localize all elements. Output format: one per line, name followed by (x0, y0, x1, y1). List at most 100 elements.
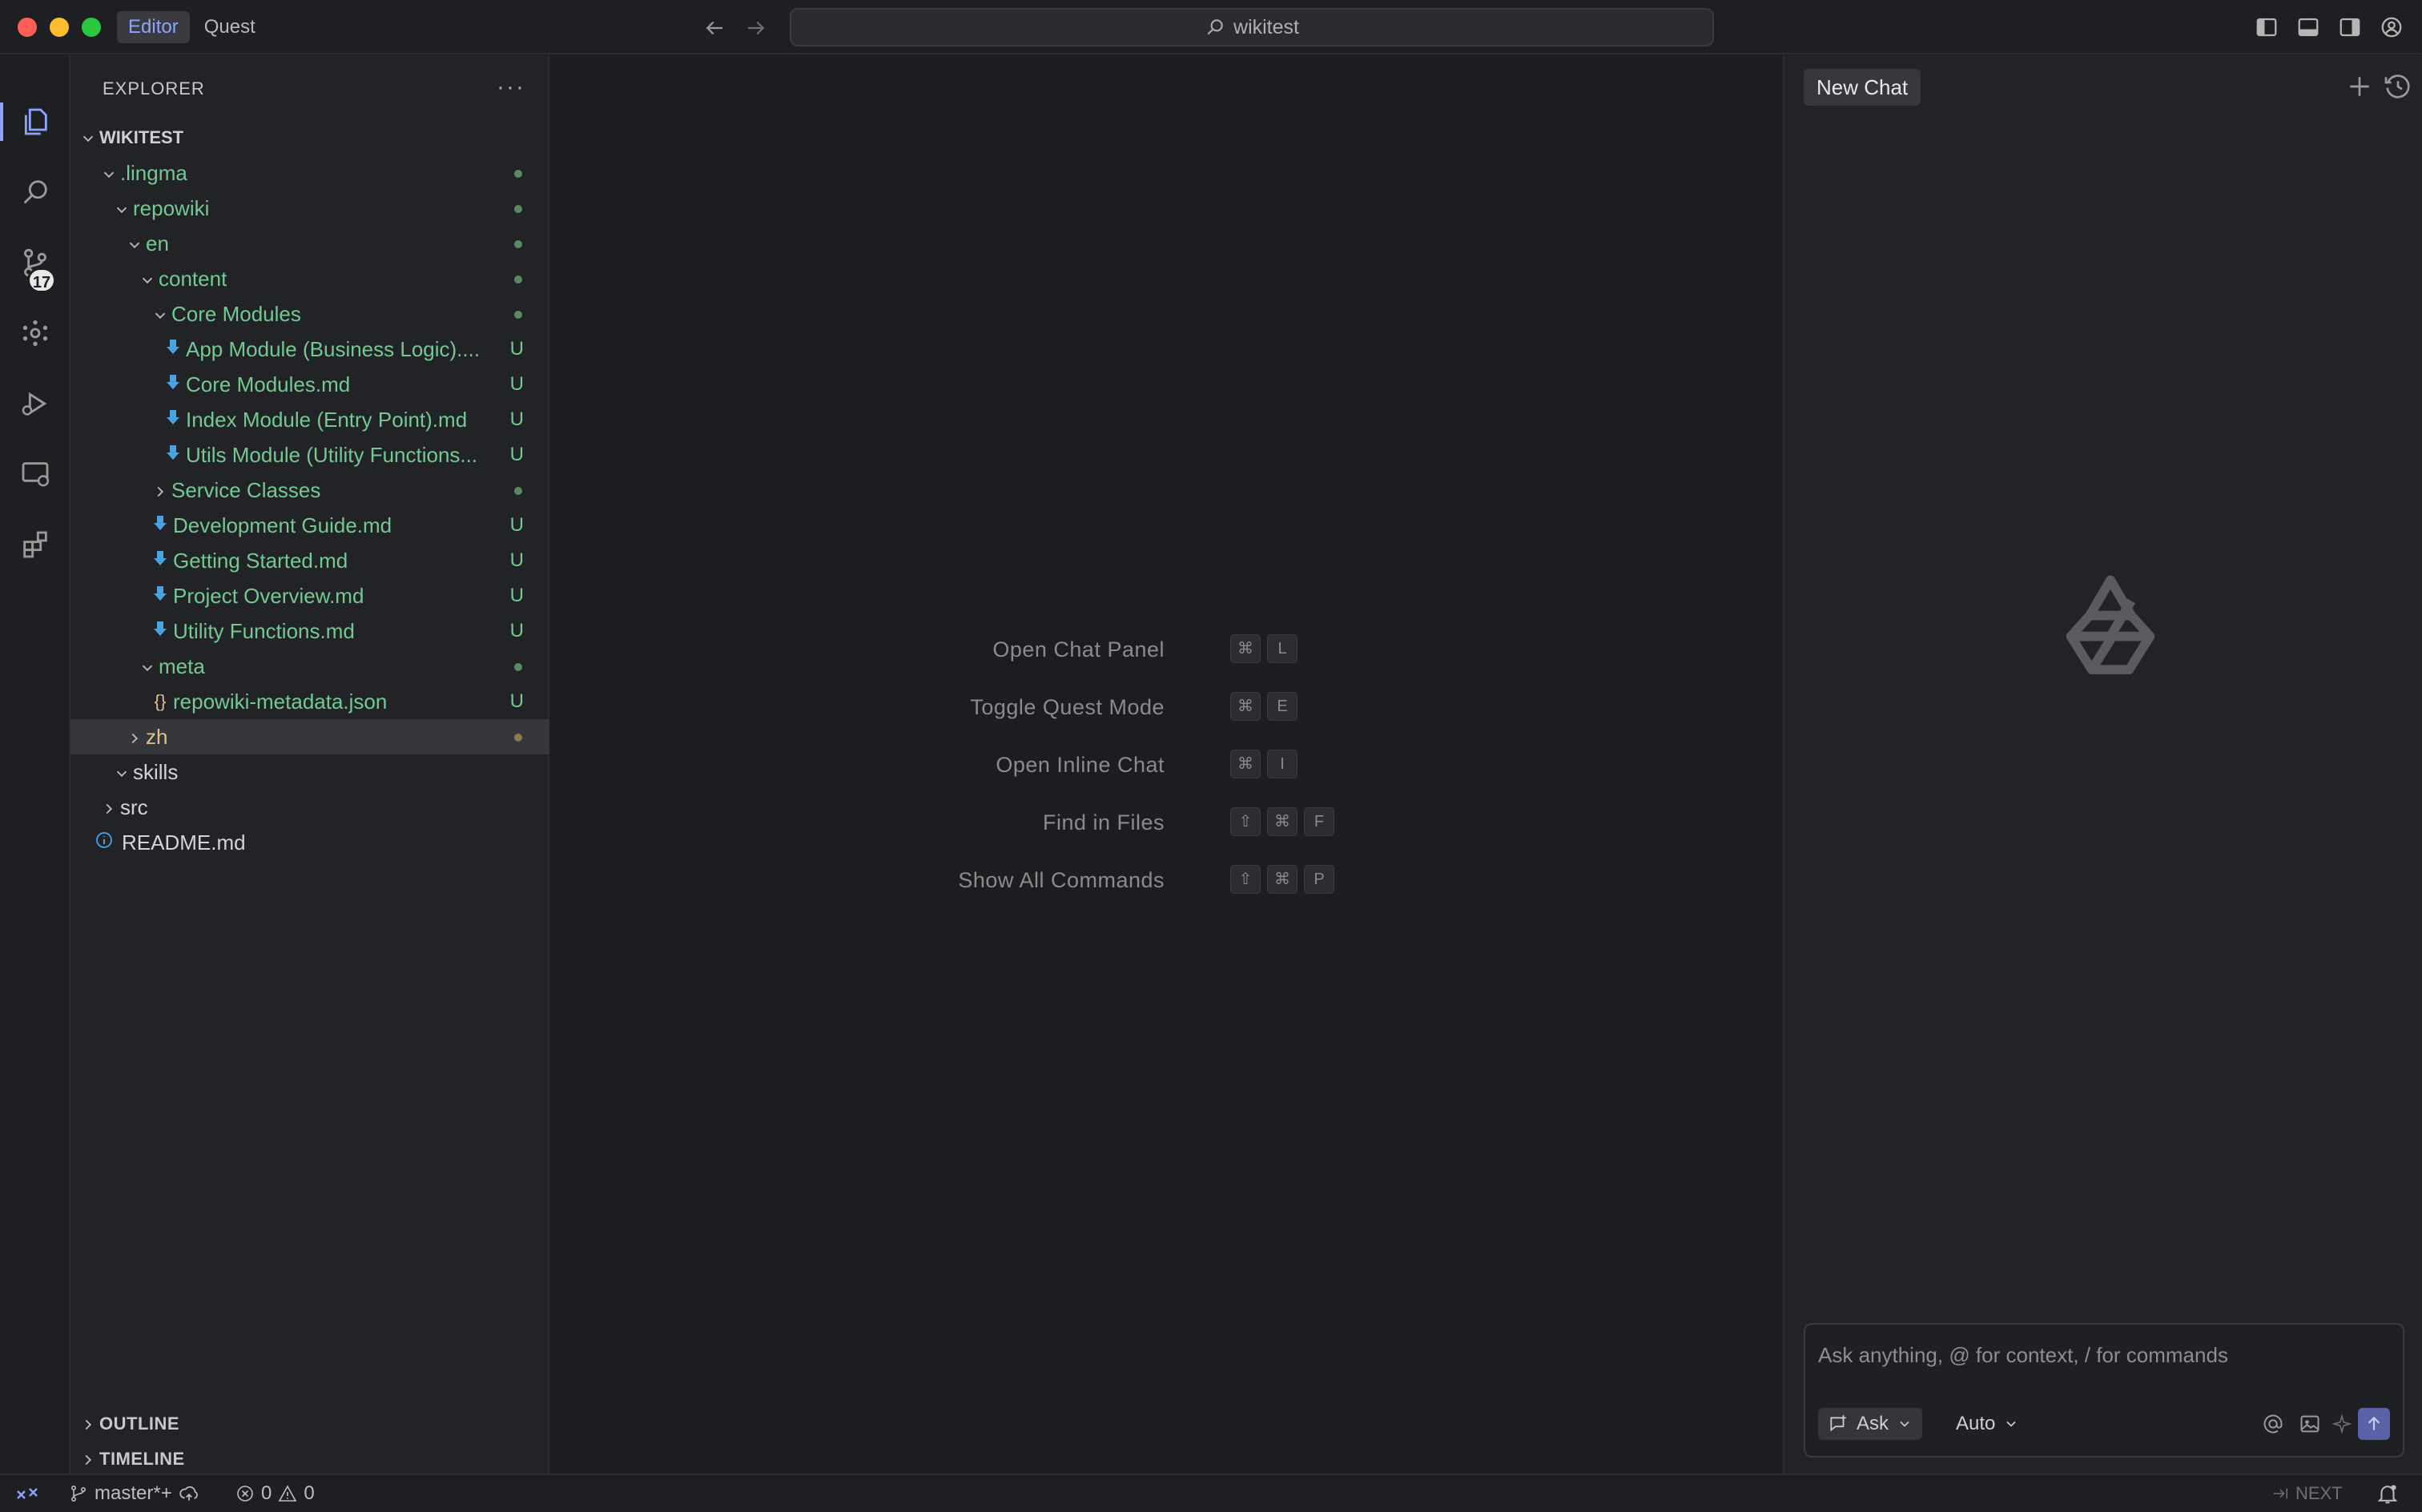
tree-folder-meta[interactable]: meta (70, 649, 549, 684)
explorer-icon[interactable] (0, 90, 70, 154)
hint-keys: ⌘ E (1230, 692, 1298, 721)
back-arrow-icon[interactable] (698, 11, 730, 43)
chevron-right-icon (77, 1413, 99, 1434)
tree-file-index-module[interactable]: Index Module (Entry Point).md U (70, 402, 549, 437)
error-icon (237, 1486, 253, 1502)
arrow-up-icon (2368, 1416, 2380, 1430)
markdown-file-icon (149, 549, 171, 572)
tree-file-repowiki-metadata[interactable]: {} repowiki-metadata.json U (70, 684, 549, 719)
sparkle-icon[interactable] (2327, 1409, 2356, 1438)
untracked-marker: U (509, 444, 524, 465)
mode-tabs: Editor Quest (117, 11, 267, 43)
workspace-root-label: WIKITEST (99, 127, 184, 147)
tree-file-utility-functions[interactable]: Utility Functions.md U (70, 613, 549, 649)
key-cap: ⇧ (1230, 865, 1261, 894)
untracked-marker: U (509, 620, 524, 641)
chat-input[interactable] (1818, 1336, 2387, 1374)
tree-folder-service-classes[interactable]: Service Classes (70, 472, 549, 508)
hint-label: Open Chat Panel (992, 637, 1165, 662)
tree-folder-repowiki[interactable]: repowiki (70, 191, 549, 226)
git-branch[interactable]: master*+ (69, 1475, 199, 1512)
untracked-marker: U (509, 408, 524, 430)
minimize-window-button[interactable] (50, 18, 69, 37)
next-edit-indicator[interactable]: NEXT (2271, 1475, 2343, 1512)
source-control-badge: 17 (27, 267, 56, 293)
status-dot (514, 734, 522, 742)
tree-file-core-modules-md[interactable]: Core Modules.md U (70, 367, 549, 402)
tree-item-label: meta (159, 653, 205, 678)
hint-keys: ⌘ I (1230, 750, 1298, 778)
chevron-down-icon (149, 302, 171, 327)
chat-title[interactable]: New Chat (1804, 69, 1921, 106)
close-window-button[interactable] (18, 18, 37, 37)
branch-icon (70, 1485, 86, 1502)
search-icon[interactable] (0, 160, 70, 224)
chevron-down-icon (111, 196, 133, 221)
ai-agents-icon[interactable] (0, 301, 70, 365)
tab-quest[interactable]: Quest (193, 11, 267, 43)
chevron-right-icon (149, 478, 171, 503)
status-dot (514, 275, 522, 284)
tree-file-app-module[interactable]: App Module (Business Logic).... U (70, 332, 549, 367)
tab-editor[interactable]: Editor (117, 11, 190, 43)
tree-folder-en[interactable]: en (70, 226, 549, 261)
remote-indicator-icon[interactable] (13, 1482, 42, 1506)
timeline-section[interactable]: TIMELINE (70, 1442, 549, 1477)
toggle-primary-sidebar-icon[interactable] (2251, 11, 2283, 43)
chat-mode-dropdown[interactable]: Ask (1818, 1408, 1923, 1440)
tree-item-label: repowiki (133, 195, 210, 220)
tree-file-development-guide[interactable]: Development Guide.md U (70, 508, 549, 543)
tree-folder-skills[interactable]: skills (70, 754, 549, 790)
toggle-secondary-sidebar-icon[interactable] (2334, 11, 2366, 43)
tree-file-utils-module[interactable]: Utils Module (Utility Functions... U (70, 437, 549, 472)
model-dropdown[interactable]: Auto (1946, 1408, 2029, 1440)
tree-item-label: .lingma (120, 160, 187, 185)
json-file-icon: {} (154, 691, 167, 711)
remote-explorer-icon[interactable] (0, 442, 70, 506)
chat-panel: New Chat Ask Auto (1783, 54, 2422, 1474)
workspace-root[interactable]: WIKITEST (70, 120, 549, 155)
extensions-icon[interactable] (0, 513, 70, 577)
outline-section[interactable]: OUTLINE (70, 1406, 549, 1442)
explorer-header: EXPLORER (103, 78, 205, 99)
tree-file-readme[interactable]: README.md (70, 825, 549, 860)
new-chat-plus-icon[interactable] (2344, 70, 2376, 103)
status-dot (514, 487, 522, 495)
source-control-icon[interactable]: 17 (0, 231, 70, 295)
notifications-bell-icon[interactable] (2376, 1482, 2400, 1506)
run-debug-icon[interactable] (0, 372, 70, 436)
problems-indicator[interactable]: 0 0 (235, 1475, 315, 1512)
send-button[interactable] (2358, 1408, 2390, 1440)
image-attach-icon[interactable] (2295, 1409, 2324, 1438)
chevron-down-icon (123, 231, 146, 256)
tree-file-getting-started[interactable]: Getting Started.md U (70, 543, 549, 578)
forward-arrow-icon[interactable] (740, 11, 772, 43)
hint-label: Toggle Quest Mode (970, 695, 1165, 719)
hint-show-all-commands: Show All Commands ⇧ ⌘ P (549, 865, 1783, 897)
history-icon[interactable] (2382, 70, 2414, 103)
tree-folder-zh[interactable]: zh (70, 719, 549, 754)
chevron-down-icon (136, 654, 159, 679)
status-bar: master*+ 0 0 NEXT (0, 1474, 2422, 1512)
tree-folder-src[interactable]: src (70, 790, 549, 825)
mention-at-icon[interactable] (2259, 1409, 2287, 1438)
untracked-marker: U (509, 585, 524, 606)
tree-folder-core-modules[interactable]: Core Modules (70, 296, 549, 332)
key-cap: ⇧ (1230, 807, 1261, 836)
command-search-bar[interactable]: wikitest (790, 8, 1714, 46)
maximize-window-button[interactable] (82, 18, 101, 37)
tree-item-label: Service Classes (171, 477, 321, 502)
key-cap: ⌘ (1267, 807, 1298, 836)
tree-item-label: repowiki-metadata.json (173, 689, 388, 714)
untracked-marker: U (509, 373, 524, 395)
toggle-panel-icon[interactable] (2292, 11, 2324, 43)
tree-folder-content[interactable]: content (70, 261, 549, 296)
status-dot (514, 311, 522, 319)
more-actions-icon[interactable]: ··· (497, 74, 525, 101)
tree-folder-lingma[interactable]: .lingma (70, 155, 549, 191)
hint-open-chat-panel: Open Chat Panel ⌘ L (549, 634, 1783, 666)
hint-open-inline-chat: Open Inline Chat ⌘ I (549, 750, 1783, 782)
editor-area: Open Chat Panel ⌘ L Toggle Quest Mode ⌘ … (549, 54, 1783, 1474)
account-icon[interactable] (2376, 11, 2408, 43)
tree-file-project-overview[interactable]: Project Overview.md U (70, 578, 549, 613)
